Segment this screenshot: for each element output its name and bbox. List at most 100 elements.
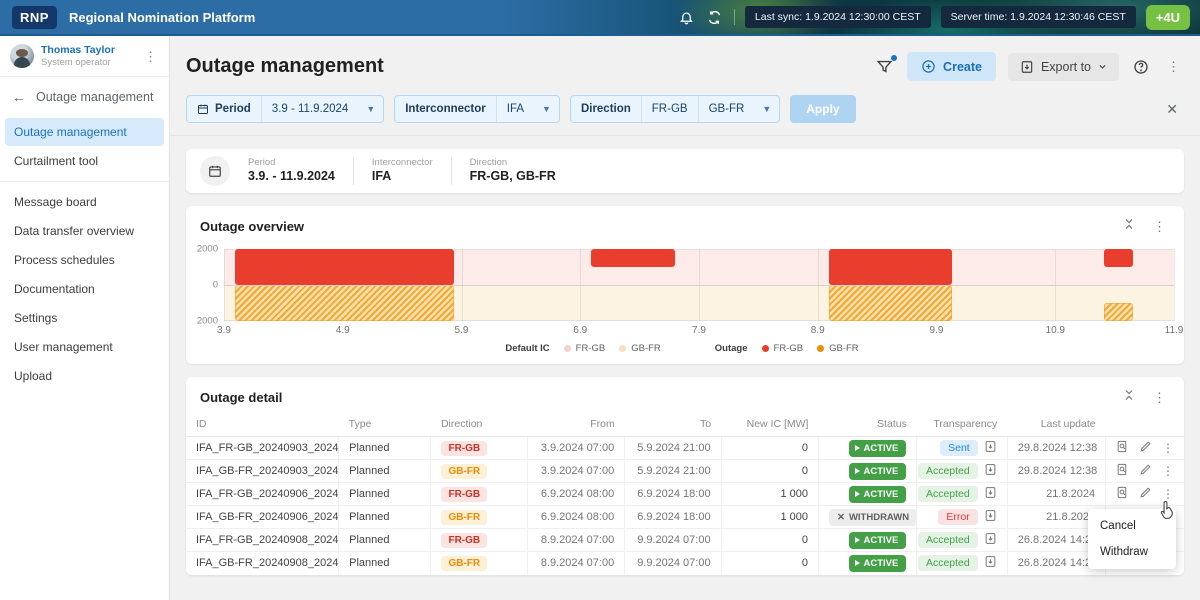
audit-log-icon[interactable] — [1116, 440, 1129, 456]
overview-kebab-icon[interactable]: ⋮ — [1149, 218, 1170, 235]
column-header-to[interactable]: To — [625, 414, 721, 437]
sidebar-item-user-management[interactable]: User management — [5, 333, 164, 361]
context-menu-item-cancel[interactable]: Cancel — [1088, 513, 1176, 539]
interconnector-filter-chip[interactable]: Interconnector IFA ▼ — [394, 95, 560, 123]
transparency-export-icon[interactable] — [984, 509, 997, 525]
app-title: Regional Nomination Platform — [69, 10, 255, 25]
edit-pencil-icon — [1139, 440, 1152, 453]
page-menu-kebab-icon[interactable]: ⋮ — [1163, 58, 1184, 75]
column-header-new-ic-mw-[interactable]: New IC [MW] — [721, 414, 818, 437]
sidebar-item-documentation[interactable]: Documentation — [5, 275, 164, 303]
direction-badge: GB-FR — [441, 556, 487, 571]
y-tick-label: 2000 — [197, 244, 218, 255]
play-icon — [855, 468, 860, 474]
legend-dot — [564, 345, 571, 352]
top-bar: RNP Regional Nomination Platform Last sy… — [0, 0, 1200, 36]
collapse-icon[interactable] — [1123, 217, 1135, 235]
cell-to: 9.9.2024 07:00 — [625, 552, 721, 575]
summary-direction-value: FR-GB, GB-FR — [470, 169, 556, 185]
row-context-menu: CancelWithdraw — [1088, 509, 1176, 569]
direction-filter-value-1: FR-GB — [652, 103, 688, 115]
y-tick-label: 2000 — [197, 316, 218, 327]
sidebar-section-title: Outage management — [36, 90, 153, 104]
outage-overview-card: Outage overview ⋮ 200002000 — [186, 206, 1184, 364]
direction-badge: FR-GB — [441, 487, 487, 502]
column-header-from[interactable]: From — [527, 414, 624, 437]
filter-icon[interactable] — [874, 56, 895, 77]
column-header-direction[interactable]: Direction — [431, 414, 527, 437]
column-header-last-update[interactable]: Last update — [1007, 414, 1105, 437]
plus-4u-button[interactable]: +4U — [1146, 5, 1190, 30]
table-row: IFA_GB-FR_20240903_20240905_1PlannedGB-F… — [186, 460, 1184, 483]
last-sync-timestamp: Last sync: 1.9.2024 12:30:00 CEST — [745, 6, 931, 28]
play-icon — [855, 445, 860, 451]
audit-log-icon[interactable] — [1116, 486, 1129, 502]
x-tick-label: 9.9 — [930, 325, 944, 336]
cell-from: 3.9.2024 07:00 — [527, 437, 624, 460]
sidebar-item-outage-management[interactable]: Outage management — [5, 118, 164, 146]
notifications-bell-icon[interactable] — [678, 8, 696, 26]
context-menu-item-withdraw[interactable]: Withdraw — [1088, 539, 1176, 565]
help-icon[interactable] — [1131, 57, 1151, 77]
chevron-down-icon: ▼ — [534, 104, 559, 114]
column-header-id[interactable]: ID — [186, 414, 339, 437]
sidebar-item-curtailment-tool[interactable]: Curtailment tool — [5, 147, 164, 175]
user-card: Thomas Taylor System operator ⋮ — [0, 36, 169, 77]
row-kebab-icon[interactable]: ⋮ — [1162, 487, 1174, 501]
summary-interconnector-label: Interconnector — [372, 157, 433, 169]
transparency-export-icon[interactable] — [984, 440, 997, 456]
sidebar-item-settings[interactable]: Settings — [5, 304, 164, 332]
user-role: System operator — [41, 57, 115, 68]
topbar-divider — [734, 9, 735, 25]
cell-direction: FR-GB — [431, 529, 527, 552]
back-arrow-icon[interactable]: ← — [12, 89, 26, 105]
detail-kebab-icon[interactable]: ⋮ — [1149, 389, 1170, 406]
close-filter-icon[interactable]: ✕ — [1160, 99, 1184, 120]
sidebar-item-message-board[interactable]: Message board — [5, 188, 164, 216]
x-tick-label: 11.9 — [1165, 325, 1184, 336]
cell-new-ic: 0 — [721, 437, 818, 460]
sync-refresh-icon[interactable] — [706, 8, 724, 26]
cell-id: IFA_GB-FR_20240908_20240909_3 — [186, 552, 339, 575]
filter-active-dot — [891, 55, 897, 61]
cell-to: 6.9.2024 18:00 — [625, 483, 721, 506]
edit-pencil-icon[interactable] — [1139, 486, 1152, 502]
outage-detail-card: Outage detail ⋮ IDTypeDirectionFromToNew… — [186, 377, 1184, 575]
column-header-transparency[interactable]: Transparency — [917, 414, 1007, 437]
cell-to: 9.9.2024 07:00 — [625, 529, 721, 552]
cell-new-ic: 0 — [721, 460, 818, 483]
cell-new-ic: 0 — [721, 529, 818, 552]
status-badge-active: ACTIVE — [849, 486, 907, 503]
legend-dot — [762, 345, 769, 352]
edit-pencil-icon[interactable] — [1139, 463, 1152, 479]
sidebar-item-process-schedules[interactable]: Process schedules — [5, 246, 164, 274]
period-filter-chip[interactable]: Period 3.9 - 11.9.2024 ▼ — [186, 95, 384, 123]
transparency-export-icon[interactable] — [984, 486, 997, 502]
transparency-export-icon[interactable] — [984, 555, 997, 571]
edit-pencil-icon — [1139, 463, 1152, 476]
create-button[interactable]: Create — [907, 52, 996, 81]
row-kebab-icon[interactable]: ⋮ — [1162, 464, 1174, 478]
sidebar-item-data-transfer-overview[interactable]: Data transfer overview — [5, 217, 164, 245]
column-header-type[interactable]: Type — [339, 414, 431, 437]
summary-period-value: 3.9. - 11.9.2024 — [248, 169, 335, 185]
legend-dot — [817, 345, 824, 352]
transparency-export-icon[interactable] — [984, 463, 997, 479]
export-to-button[interactable]: Export to — [1008, 53, 1119, 81]
direction-filter-chip[interactable]: Direction FR-GB GB-FR ▼ — [570, 95, 780, 123]
user-menu-kebab-icon[interactable]: ⋮ — [140, 48, 161, 65]
outage-bar-fr-gb — [829, 249, 952, 285]
apply-button[interactable]: Apply — [790, 95, 855, 123]
collapse-icon[interactable] — [1123, 388, 1135, 406]
status-label: ACTIVE — [864, 535, 899, 546]
transparency-export-icon[interactable] — [984, 532, 997, 548]
cell-status: ACTIVE — [818, 437, 916, 460]
audit-log-icon[interactable] — [1116, 463, 1129, 479]
table-row: IFA_FR-GB_20240903_20240905_1PlannedFR-G… — [186, 437, 1184, 460]
sidebar-item-upload[interactable]: Upload — [5, 362, 164, 390]
row-kebab-icon[interactable]: ⋮ — [1162, 441, 1174, 455]
column-header-status[interactable]: Status — [818, 414, 916, 437]
outage-detail-table: IDTypeDirectionFromToNew IC [MW]StatusTr… — [186, 414, 1184, 575]
edit-pencil-icon[interactable] — [1139, 440, 1152, 456]
filter-summary-card: Period 3.9. - 11.9.2024 Interconnector I… — [186, 149, 1184, 193]
